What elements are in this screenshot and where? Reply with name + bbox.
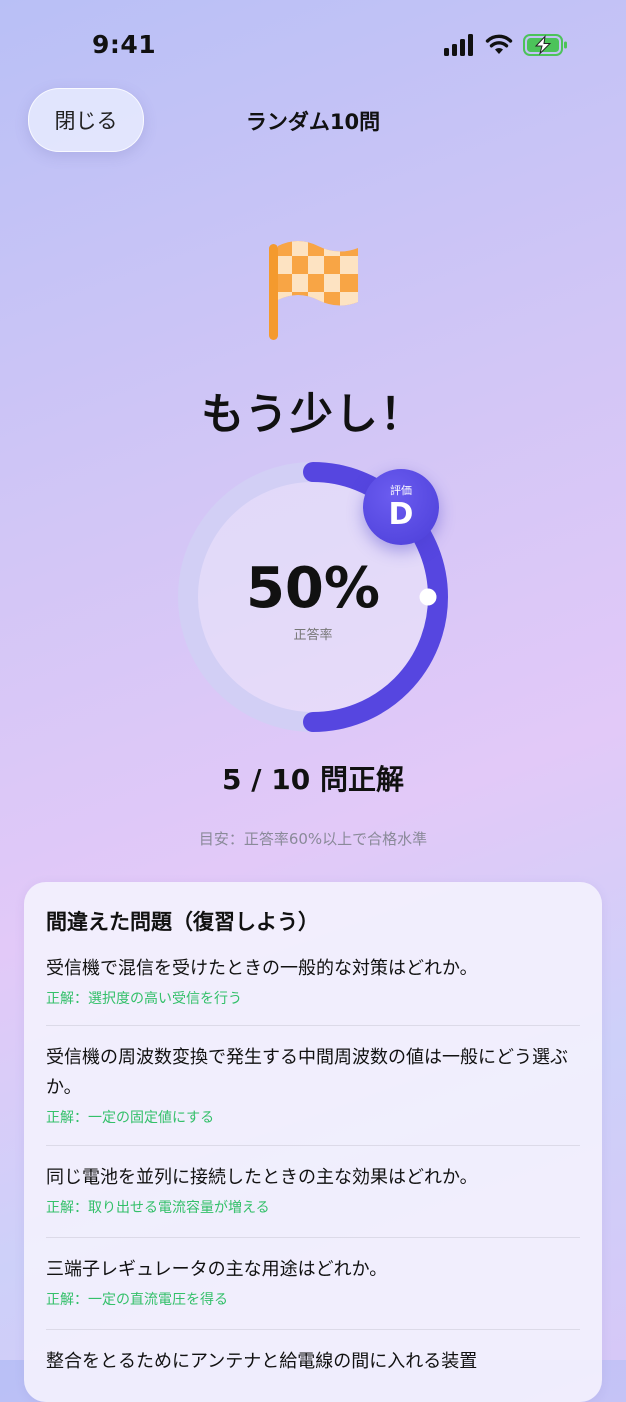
pass-hint: 目安：正答率60%以上で合格水準: [198, 830, 428, 848]
review-item[interactable]: 受信機で混信を受けたときの一般的な対策はどれか。 正解：選択度の高い受信を行う: [46, 954, 580, 1008]
review-question: 整合をとるためにアンテナと給電線の間に入れる装置: [46, 1351, 478, 1372]
review-card: 間違えた問題（復習しよう） 受信機で混信を受けたときの一般的な対策はどれか。 正…: [24, 882, 602, 1402]
grade-label: 評価: [390, 484, 412, 497]
checkered-flag-icon: [269, 241, 358, 340]
divider: [46, 1329, 580, 1330]
grade-badge: 評価 D: [363, 469, 439, 545]
result-headline: もう少し！: [201, 390, 425, 440]
review-item[interactable]: 三端子レギュレータの主な用途はどれか。 正解：一定の直流電圧を得る: [46, 1255, 580, 1309]
review-item[interactable]: 同じ電池を並列に接続したときの主な効果はどれか。 正解：取り出せる電流容量が増え…: [46, 1163, 580, 1217]
cellular-signal-icon: [444, 34, 473, 56]
page-title: ランダム10問: [245, 110, 381, 134]
divider: [46, 1145, 580, 1146]
divider: [46, 1237, 580, 1238]
percent-value: 50%: [245, 556, 381, 621]
review-answer: 正解：取り出せる電流容量が増える: [46, 1200, 270, 1216]
review-answer: 正解：選択度の高い受信を行う: [46, 991, 242, 1007]
grade-letter: D: [388, 497, 414, 532]
review-question: 受信機で混信を受けたときの一般的な対策はどれか。: [46, 958, 478, 979]
percent-label: 正答率: [293, 628, 333, 643]
review-question: 三端子レギュレータの主な用途はどれか。: [46, 1259, 388, 1280]
status-bar: 9:41: [0, 0, 626, 90]
wifi-icon: [485, 34, 513, 54]
review-question: 受信機の周波数変換で発生する中間周波数の値は一般にどう選ぶか。: [46, 1047, 568, 1098]
review-answer: 正解：一定の直流電圧を得る: [46, 1292, 228, 1308]
review-item[interactable]: 整合をとるためにアンテナと給電線の間に入れる装置: [46, 1347, 580, 1381]
review-title: 間違えた問題（復習しよう）: [46, 910, 319, 934]
review-answer: 正解：一定の固定値にする: [46, 1110, 215, 1126]
divider: [46, 1025, 580, 1026]
review-question: 同じ電池を並列に接続したときの主な効果はどれか。: [46, 1167, 478, 1188]
score-summary: 5 / 10 問正解: [222, 763, 404, 796]
review-item[interactable]: 受信機の周波数変換で発生する中間周波数の値は一般にどう選ぶか。 正解：一定の固定…: [46, 1043, 580, 1127]
status-time: 9:41: [92, 30, 157, 59]
battery-charging-icon: [523, 34, 567, 56]
